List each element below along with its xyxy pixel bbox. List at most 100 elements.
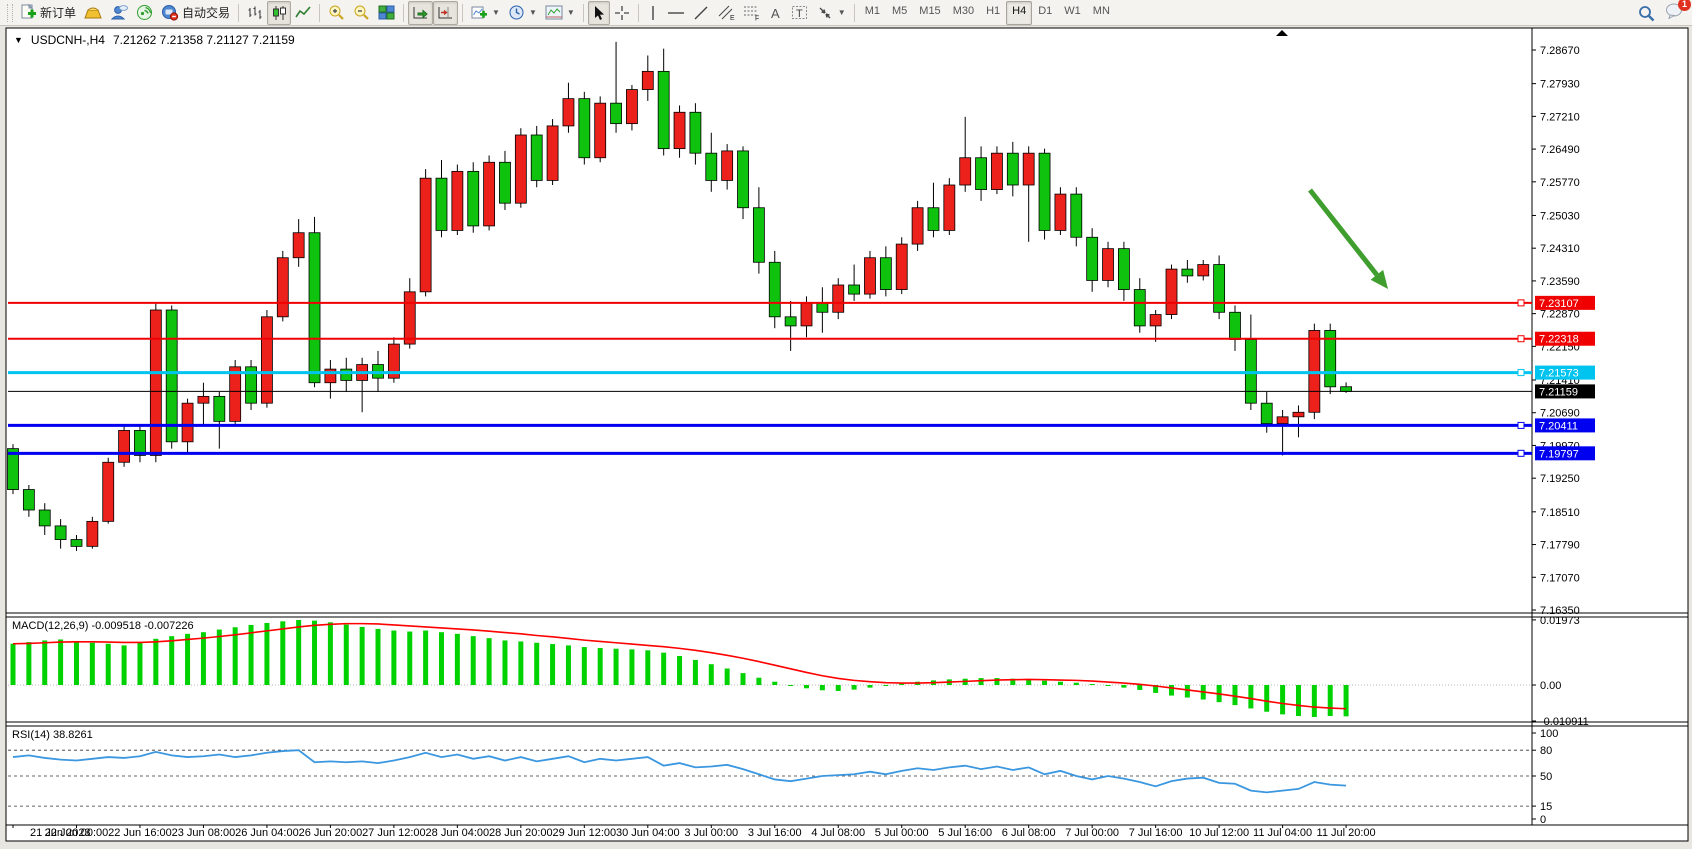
svg-text:7.17070: 7.17070	[1540, 572, 1580, 584]
svg-text:22 Jun 16:00: 22 Jun 16:00	[108, 827, 172, 839]
svg-text:0.01973: 0.01973	[1540, 615, 1580, 627]
clock-icon	[508, 4, 525, 21]
chart-shift-icon	[437, 5, 454, 21]
separator	[638, 4, 639, 22]
horizontal-line-icon	[667, 5, 685, 21]
auto-trading-button[interactable]: 自动交易	[157, 1, 234, 25]
search-icon[interactable]	[1638, 5, 1655, 22]
svg-text:7 Jul 00:00: 7 Jul 00:00	[1065, 827, 1119, 839]
bar-chart-button[interactable]	[243, 1, 267, 25]
timeframe-m30-button[interactable]: M30	[947, 1, 980, 25]
gold-ingot-icon	[84, 5, 102, 21]
text-label-tool-button[interactable]: T	[787, 1, 813, 25]
gold-ingot-button[interactable]	[80, 1, 106, 25]
chart-title-ohlc: ▼ USDCNH-,H4 7.21262 7.21358 7.21127 7.2…	[14, 33, 295, 47]
candlestick-chart-button[interactable]	[267, 1, 291, 25]
community-button[interactable]	[106, 1, 132, 25]
separator	[583, 4, 584, 22]
new-order-button[interactable]: 新订单	[16, 1, 80, 25]
horizontal-line-tool-button[interactable]	[663, 1, 689, 25]
svg-text:7.27930: 7.27930	[1540, 79, 1580, 91]
svg-text:11 Jul 20:00: 11 Jul 20:00	[1317, 827, 1376, 839]
dropdown-arrow-icon: ▼	[838, 8, 846, 17]
macd-indicator-label: MACD(12,26,9) -0.009518 -0.007226	[12, 620, 194, 632]
svg-text:7.22318: 7.22318	[1539, 334, 1579, 346]
timeframe-m1-button[interactable]: M1	[859, 1, 886, 25]
templates-icon	[545, 5, 563, 20]
bar-chart-icon	[247, 5, 263, 21]
autotrade-robot-icon	[161, 4, 179, 21]
timeframe-m5-button[interactable]: M5	[886, 1, 913, 25]
svg-text:7.20690: 7.20690	[1540, 408, 1580, 420]
fibonacci-tool-button[interactable]: F	[739, 1, 765, 25]
svg-text:100: 100	[1540, 728, 1558, 740]
one-click-trading-arrow-icon[interactable]: ▼	[14, 35, 23, 45]
signals-button[interactable]	[132, 1, 157, 25]
community-person-icon	[110, 4, 128, 21]
svg-text:23 Jun 08:00: 23 Jun 08:00	[172, 827, 236, 839]
svg-text:7.19797: 7.19797	[1539, 448, 1579, 460]
separator	[403, 4, 404, 22]
autoscroll-button[interactable]	[408, 1, 433, 25]
svg-text:6 Jul 08:00: 6 Jul 08:00	[1002, 827, 1056, 839]
svg-text:F: F	[755, 16, 759, 22]
notification-badge: 1	[1678, 0, 1691, 11]
svg-text:7.23107: 7.23107	[1539, 298, 1579, 310]
svg-text:5 Jul 16:00: 5 Jul 16:00	[938, 827, 992, 839]
dropdown-arrow-icon: ▼	[567, 8, 575, 17]
svg-text:7.20411: 7.20411	[1539, 420, 1578, 432]
text-label-icon: T	[791, 4, 809, 21]
svg-text:26 Jun 20:00: 26 Jun 20:00	[299, 827, 363, 839]
chart-ohlc-values: 7.21262 7.21358 7.21127 7.21159	[113, 33, 295, 47]
svg-text:29 Jun 12:00: 29 Jun 12:00	[553, 827, 617, 839]
timeframe-mn-button[interactable]: MN	[1087, 1, 1116, 25]
timeframe-d1-button[interactable]: D1	[1032, 1, 1058, 25]
timeframe-m15-button[interactable]: M15	[913, 1, 946, 25]
separator	[462, 4, 463, 22]
zoom-in-button[interactable]	[324, 1, 349, 25]
vertical-line-icon	[647, 5, 659, 21]
toolbar: 新订单	[0, 0, 1692, 26]
svg-text:11 Jul 04:00: 11 Jul 04:00	[1253, 827, 1312, 839]
cursor-button[interactable]	[588, 1, 610, 25]
timeframe-h4-button[interactable]: H4	[1006, 1, 1032, 25]
signals-icon	[136, 4, 153, 21]
chart-canvas[interactable]: 7.286707.279307.272107.264907.257707.250…	[0, 26, 1692, 849]
svg-text:15: 15	[1540, 801, 1552, 813]
text-tool-button[interactable]: A	[765, 1, 787, 25]
dropdown-arrow-icon: ▼	[529, 8, 537, 17]
svg-text:30 Jun 04:00: 30 Jun 04:00	[616, 827, 680, 839]
tile-windows-button[interactable]	[374, 1, 399, 25]
trendline-icon	[693, 5, 709, 21]
line-chart-icon	[295, 5, 311, 21]
notifications-button[interactable]: 1	[1665, 2, 1684, 24]
timeframe-w1-button[interactable]: W1	[1058, 1, 1087, 25]
mt4-window: 新订单	[0, 0, 1692, 849]
toolbar-grip[interactable]	[7, 4, 13, 22]
indicators-button[interactable]: ▼	[467, 1, 504, 25]
templates-button[interactable]: ▼	[541, 1, 579, 25]
svg-text:3 Jul 00:00: 3 Jul 00:00	[684, 827, 738, 839]
zoom-in-icon	[328, 4, 345, 21]
arrows-tool-button[interactable]: ▼	[813, 1, 850, 25]
crosshair-button[interactable]	[610, 1, 634, 25]
svg-text:50: 50	[1540, 771, 1552, 783]
toolbar-right-group: 1	[1638, 0, 1684, 26]
candlestick-chart-icon	[271, 5, 287, 21]
svg-text:7.28670: 7.28670	[1540, 45, 1580, 57]
svg-text:28 Jun 04:00: 28 Jun 04:00	[426, 827, 490, 839]
timeframe-h1-button[interactable]: H1	[980, 1, 1006, 25]
svg-text:7.21159: 7.21159	[1539, 386, 1578, 398]
channel-tool-button[interactable]: E	[713, 1, 739, 25]
periods-button[interactable]: ▼	[504, 1, 541, 25]
chart-shift-button[interactable]	[433, 1, 458, 25]
line-chart-button[interactable]	[291, 1, 315, 25]
fibonacci-icon: F	[743, 4, 761, 21]
svg-text:0: 0	[1540, 814, 1546, 826]
svg-text:7.17790: 7.17790	[1540, 540, 1580, 552]
zoom-out-button[interactable]	[349, 1, 374, 25]
svg-text:-0.010911: -0.010911	[1540, 716, 1589, 728]
trendline-tool-button[interactable]	[689, 1, 713, 25]
vertical-line-tool-button[interactable]	[643, 1, 663, 25]
svg-text:7.25770: 7.25770	[1540, 177, 1580, 189]
